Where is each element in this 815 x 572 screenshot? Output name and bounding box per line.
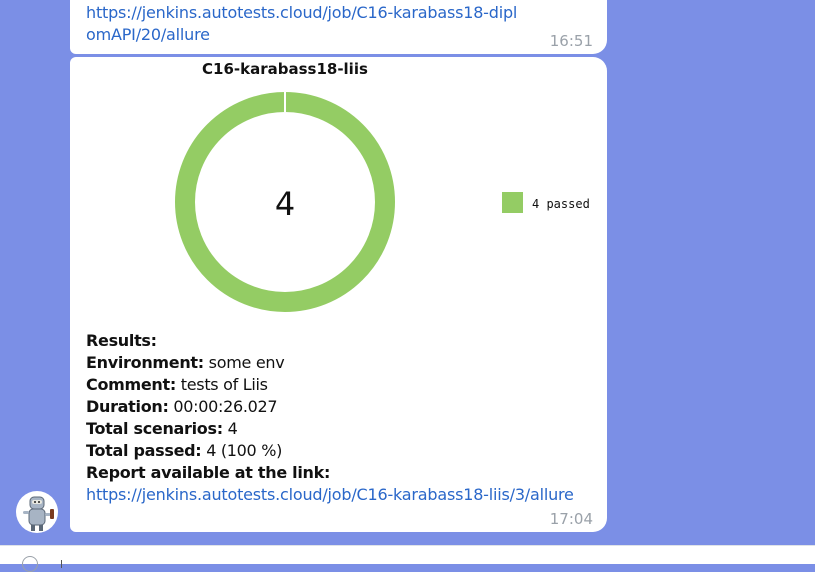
report-link[interactable]: https://jenkins.autotests.cloud/job/C16-… [86,484,574,506]
total-passed-value: 4 (100 %) [206,441,283,460]
text-caret [61,560,62,568]
donut-chart: 4 4 passed [175,92,590,312]
paperclip-icon[interactable] [22,556,38,572]
legend-label: 4 passed [532,197,590,211]
chart-image[interactable]: C16-karabass18-liis 4 4 passed [70,57,607,327]
chart-center-label: 4 [275,185,295,223]
comment-value: tests of Liis [180,375,268,394]
report-label: Report available at the link: [86,463,331,482]
message-time: 17:04 [549,510,593,528]
message-time: 16:51 [549,32,593,50]
message-bubble: C16-karabass18-liis 4 4 passed Results: … [70,57,607,532]
results-text: Results: Environment: some env Comment: … [86,330,574,506]
total-scenarios-value: 4 [227,419,238,438]
robot-avatar-icon[interactable] [16,491,58,533]
report-link[interactable]: https://jenkins.autotests.cloud/job/C16-… [86,2,526,46]
legend-swatch [502,192,523,213]
results-heading: Results: [86,331,157,350]
comment-label: Comment: [86,375,176,394]
environment-label: Environment: [86,353,204,372]
total-scenarios-label: Total scenarios: [86,419,223,438]
duration-value: 00:00:26.027 [173,397,278,416]
environment-value: some env [208,353,285,372]
duration-label: Duration: [86,397,169,416]
total-passed-label: Total passed: [86,441,202,460]
message-input-bar[interactable] [0,545,815,572]
message-bubble: https://jenkins.autotests.cloud/job/C16-… [70,0,607,54]
